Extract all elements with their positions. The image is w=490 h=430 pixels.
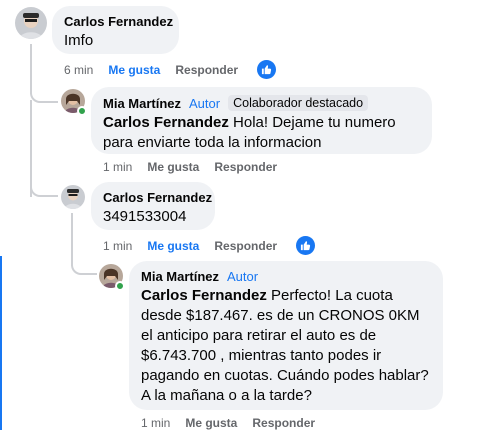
reply-button[interactable]: Responder <box>214 239 277 253</box>
comment-time[interactable]: 1 min <box>103 160 132 174</box>
comment-bubble: Mia Martínez Autor Carlos Fernandez Perf… <box>129 261 443 410</box>
like-button[interactable]: Me gusta <box>147 160 199 174</box>
mention-link[interactable]: Carlos Fernandez <box>103 114 229 131</box>
comment-bubble: Mia Martínez Autor Colaborador destacado… <box>91 87 432 154</box>
comment-time[interactable]: 1 min <box>103 239 132 253</box>
top-contributor-badge[interactable]: Colaborador destacado <box>228 95 369 111</box>
mention-link[interactable]: Carlos Fernandez <box>141 287 267 304</box>
like-icon[interactable] <box>257 60 277 79</box>
like-icon[interactable] <box>296 236 316 255</box>
like-button[interactable]: Me gusta <box>185 416 237 430</box>
avatar-carlos[interactable] <box>61 185 85 209</box>
comment-text-body: Perfecto! La cuota desde $187.467. es de… <box>141 287 429 404</box>
comment-author[interactable]: Carlos Fernandez <box>64 14 173 29</box>
comment-actions: 6 min Me gusta Responder <box>64 60 277 79</box>
thread-connector-reply-1 <box>30 88 58 103</box>
comment-actions: 1 min Me gusta Responder <box>103 236 316 255</box>
comment-time[interactable]: 1 min <box>141 416 170 430</box>
author-badge: Autor <box>227 269 259 284</box>
comment-text: Imfo <box>64 32 94 49</box>
comment-text: Carlos Fernandez Perfecto! La cuota desd… <box>141 286 431 406</box>
author-badge: Autor <box>189 95 221 111</box>
comment-actions: 1 min Me gusta Responder <box>103 160 277 174</box>
avatar-carlos[interactable] <box>15 7 47 39</box>
reply-button[interactable]: Responder <box>175 63 238 77</box>
reply-button[interactable]: Responder <box>214 160 277 174</box>
comment-author[interactable]: Carlos Fernandez <box>103 190 212 205</box>
online-status-icon <box>115 281 125 291</box>
comment-bubble: Carlos Fernandez Imfo <box>52 6 179 54</box>
like-button[interactable]: Me gusta <box>108 63 160 77</box>
comment-time[interactable]: 6 min <box>64 63 93 77</box>
comment-author[interactable]: Mia Martínez <box>141 269 219 284</box>
edge-accent <box>0 256 2 430</box>
reply-button[interactable]: Responder <box>252 416 315 430</box>
like-button[interactable]: Me gusta <box>147 239 199 253</box>
thread-line-nested <box>71 213 73 266</box>
comment-actions: 1 min Me gusta Responder <box>141 416 315 430</box>
comment-text: 3491533004 <box>103 208 187 225</box>
thread-connector-reply-3 <box>71 260 97 275</box>
comment-bubble: Carlos Fernandez 3491533004 <box>91 182 215 230</box>
online-status-icon <box>77 106 87 116</box>
comment-author[interactable]: Mia Martínez <box>103 96 181 111</box>
thread-connector-reply-2 <box>30 182 58 197</box>
comment-text: Carlos Fernandez Hola! Dejame tu numero … <box>103 113 420 153</box>
thread-line-main <box>30 44 32 94</box>
